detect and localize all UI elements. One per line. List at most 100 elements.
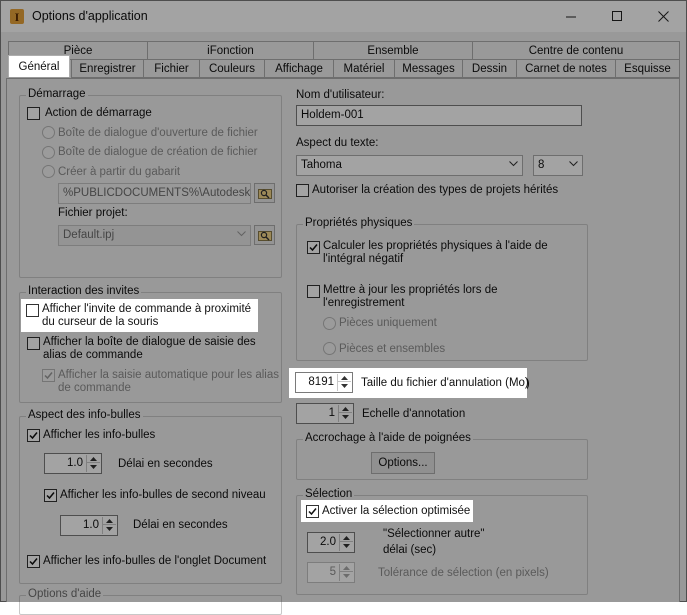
select-other-delay-value: 2.0 [320,536,336,548]
second-level-tooltips-checkbox[interactable] [44,489,57,502]
minimize-button[interactable] [548,1,594,32]
tab-ifonction[interactable]: iFonction [147,41,314,60]
spin-up-icon[interactable] [340,534,353,542]
template-path-field[interactable]: %PUBLICDOCUMENTS%\Autodesk\Inv [58,183,251,204]
spinner-buttons[interactable] [339,534,353,551]
spinner-buttons[interactable] [86,455,100,472]
legacy-projects-label: Autoriser la création des types de proje… [312,184,559,196]
negative-integral-checkbox[interactable] [307,241,320,254]
tab-esquisse[interactable]: Esquisse [615,59,680,78]
tooltip-appearance-title: Aspect des info-bulles [26,409,143,421]
svg-text:I: I [15,10,20,24]
update-on-save-checkbox[interactable] [307,285,320,298]
spin-up-icon[interactable] [340,564,353,572]
spinner-buttons[interactable] [337,374,351,391]
tab-materiel[interactable]: Matériel [333,59,395,78]
spinner-buttons[interactable] [338,405,352,422]
tab-messages[interactable]: Messages [394,59,463,78]
legacy-projects-checkbox[interactable] [296,184,309,197]
annotation-scale-spinner[interactable]: 1 [296,403,354,424]
tab-label: iFonction [207,44,254,57]
tab-fichier[interactable]: Fichier [143,59,200,78]
tab-label: Enregistrer [79,62,136,75]
spin-down-icon[interactable] [340,572,353,580]
startup-group-title: Démarrage [26,88,88,100]
tab-dessin[interactable]: Dessin [462,59,517,78]
open-dialog-label: Boîte de dialogue d'ouverture de fichier [58,127,258,139]
doc-tab-tooltips-label: Afficher les info-bulles de l'onglet Doc… [43,555,267,567]
font-size-combo[interactable]: 8 [533,155,583,176]
annotation-scale-value: 1 [328,407,335,419]
title-bar: I Options d'application [1,1,686,32]
project-file-value: Default.ipj [63,229,115,241]
selection-tolerance-spinner[interactable]: 5 [307,562,355,583]
font-combo[interactable]: Tahoma [296,155,523,176]
select-other-label-2: délai (sec) [383,544,437,556]
optimized-selection-label-highlighted: Activer la sélection optimisée [322,505,471,517]
undo-size-highlight: 8191 Taille du fichier d'annulation (Mo) [289,368,529,398]
text-appearance-label: Aspect du texte: [296,137,379,149]
browse-template-button[interactable] [254,183,275,203]
browse-project-button[interactable] [254,225,275,245]
selection-title: Sélection [303,488,355,500]
inventor-app-icon: I [10,9,24,24]
project-file-combo[interactable]: Default.ipj [58,225,251,246]
spinner-buttons[interactable] [102,517,116,534]
parts-and-assemblies-label: Pièces et ensembles [339,343,446,355]
tab-label: Ensemble [367,44,419,57]
show-tooltips-checkbox[interactable] [27,429,40,442]
tab-label: Carnet de notes [525,62,607,75]
startup-action-checkbox[interactable] [27,107,40,120]
checkmark-icon [46,492,55,500]
cmd-prompt-checkbox-highlighted[interactable] [26,304,39,317]
spin-down-icon[interactable] [340,542,353,550]
tab-label: Affichage [275,62,323,75]
template-radio[interactable] [42,165,55,178]
select-other-delay-spinner[interactable]: 2.0 [307,532,355,553]
open-dialog-radio[interactable] [42,126,55,139]
spin-up-icon[interactable] [339,405,352,413]
doc-tab-tooltips-checkbox[interactable] [27,555,40,568]
spinner-buttons[interactable] [339,564,353,581]
undo-size-value: 8191 [308,376,334,388]
optimized-selection-checkbox-highlighted[interactable] [306,505,319,518]
browse-icon [257,231,272,241]
tab-enregistrer[interactable]: Enregistrer [71,59,144,78]
tab-carnet-de-notes[interactable]: Carnet de notes [516,59,616,78]
tooltip-delay-spinner[interactable]: 1.0 [44,453,102,474]
grip-options-button[interactable]: Options... [371,452,435,474]
alias-dialog-checkbox[interactable] [27,337,40,350]
spin-up-icon[interactable] [338,374,351,382]
tab-general[interactable]: Général [8,55,70,77]
tab-centre-de-contenu[interactable]: Centre de contenu [472,41,680,60]
update-on-save-label: Mettre à jour les propriétés lors de l'e… [323,284,498,309]
spin-down-icon[interactable] [338,382,351,390]
spin-up-icon[interactable] [103,517,116,525]
username-field[interactable]: Holdem-001 [296,105,582,126]
grip-snap-title: Accrochage à l'aide de poignées [303,432,473,444]
tab-label: Messages [402,62,455,75]
tab-couleurs[interactable]: Couleurs [199,59,265,78]
close-button[interactable] [640,1,686,32]
undo-size-spinner-highlighted[interactable]: 8191 [295,372,353,393]
create-dialog-radio[interactable] [42,146,55,159]
selection-tolerance-label: Tolérance de sélection (en pixels) [378,567,549,579]
spin-down-icon[interactable] [339,413,352,421]
spin-down-icon[interactable] [87,463,100,471]
parts-only-radio[interactable] [323,317,336,330]
parts-and-assemblies-radio[interactable] [323,342,336,355]
tab-affichage[interactable]: Affichage [264,59,334,78]
tooltip-delay-value: 1.0 [67,457,83,469]
tab-label: Dessin [471,62,508,75]
parts-only-label: Pièces uniquement [339,317,437,329]
maximize-button[interactable] [594,1,640,32]
autocomplete-label: Afficher la saisie automatique pour les … [58,369,279,394]
spin-down-icon[interactable] [103,525,116,533]
optimized-selection-highlight: Activer la sélection optimisée [301,500,473,522]
spin-up-icon[interactable] [87,455,100,463]
second-level-delay-spinner[interactable]: 1.0 [60,515,118,536]
tab-ensemble[interactable]: Ensemble [313,41,473,60]
negative-integral-label: Calculer les propriétés physiques à l'ai… [323,240,548,265]
autocomplete-checkbox[interactable] [42,369,55,382]
font-size-value: 8 [538,159,545,171]
